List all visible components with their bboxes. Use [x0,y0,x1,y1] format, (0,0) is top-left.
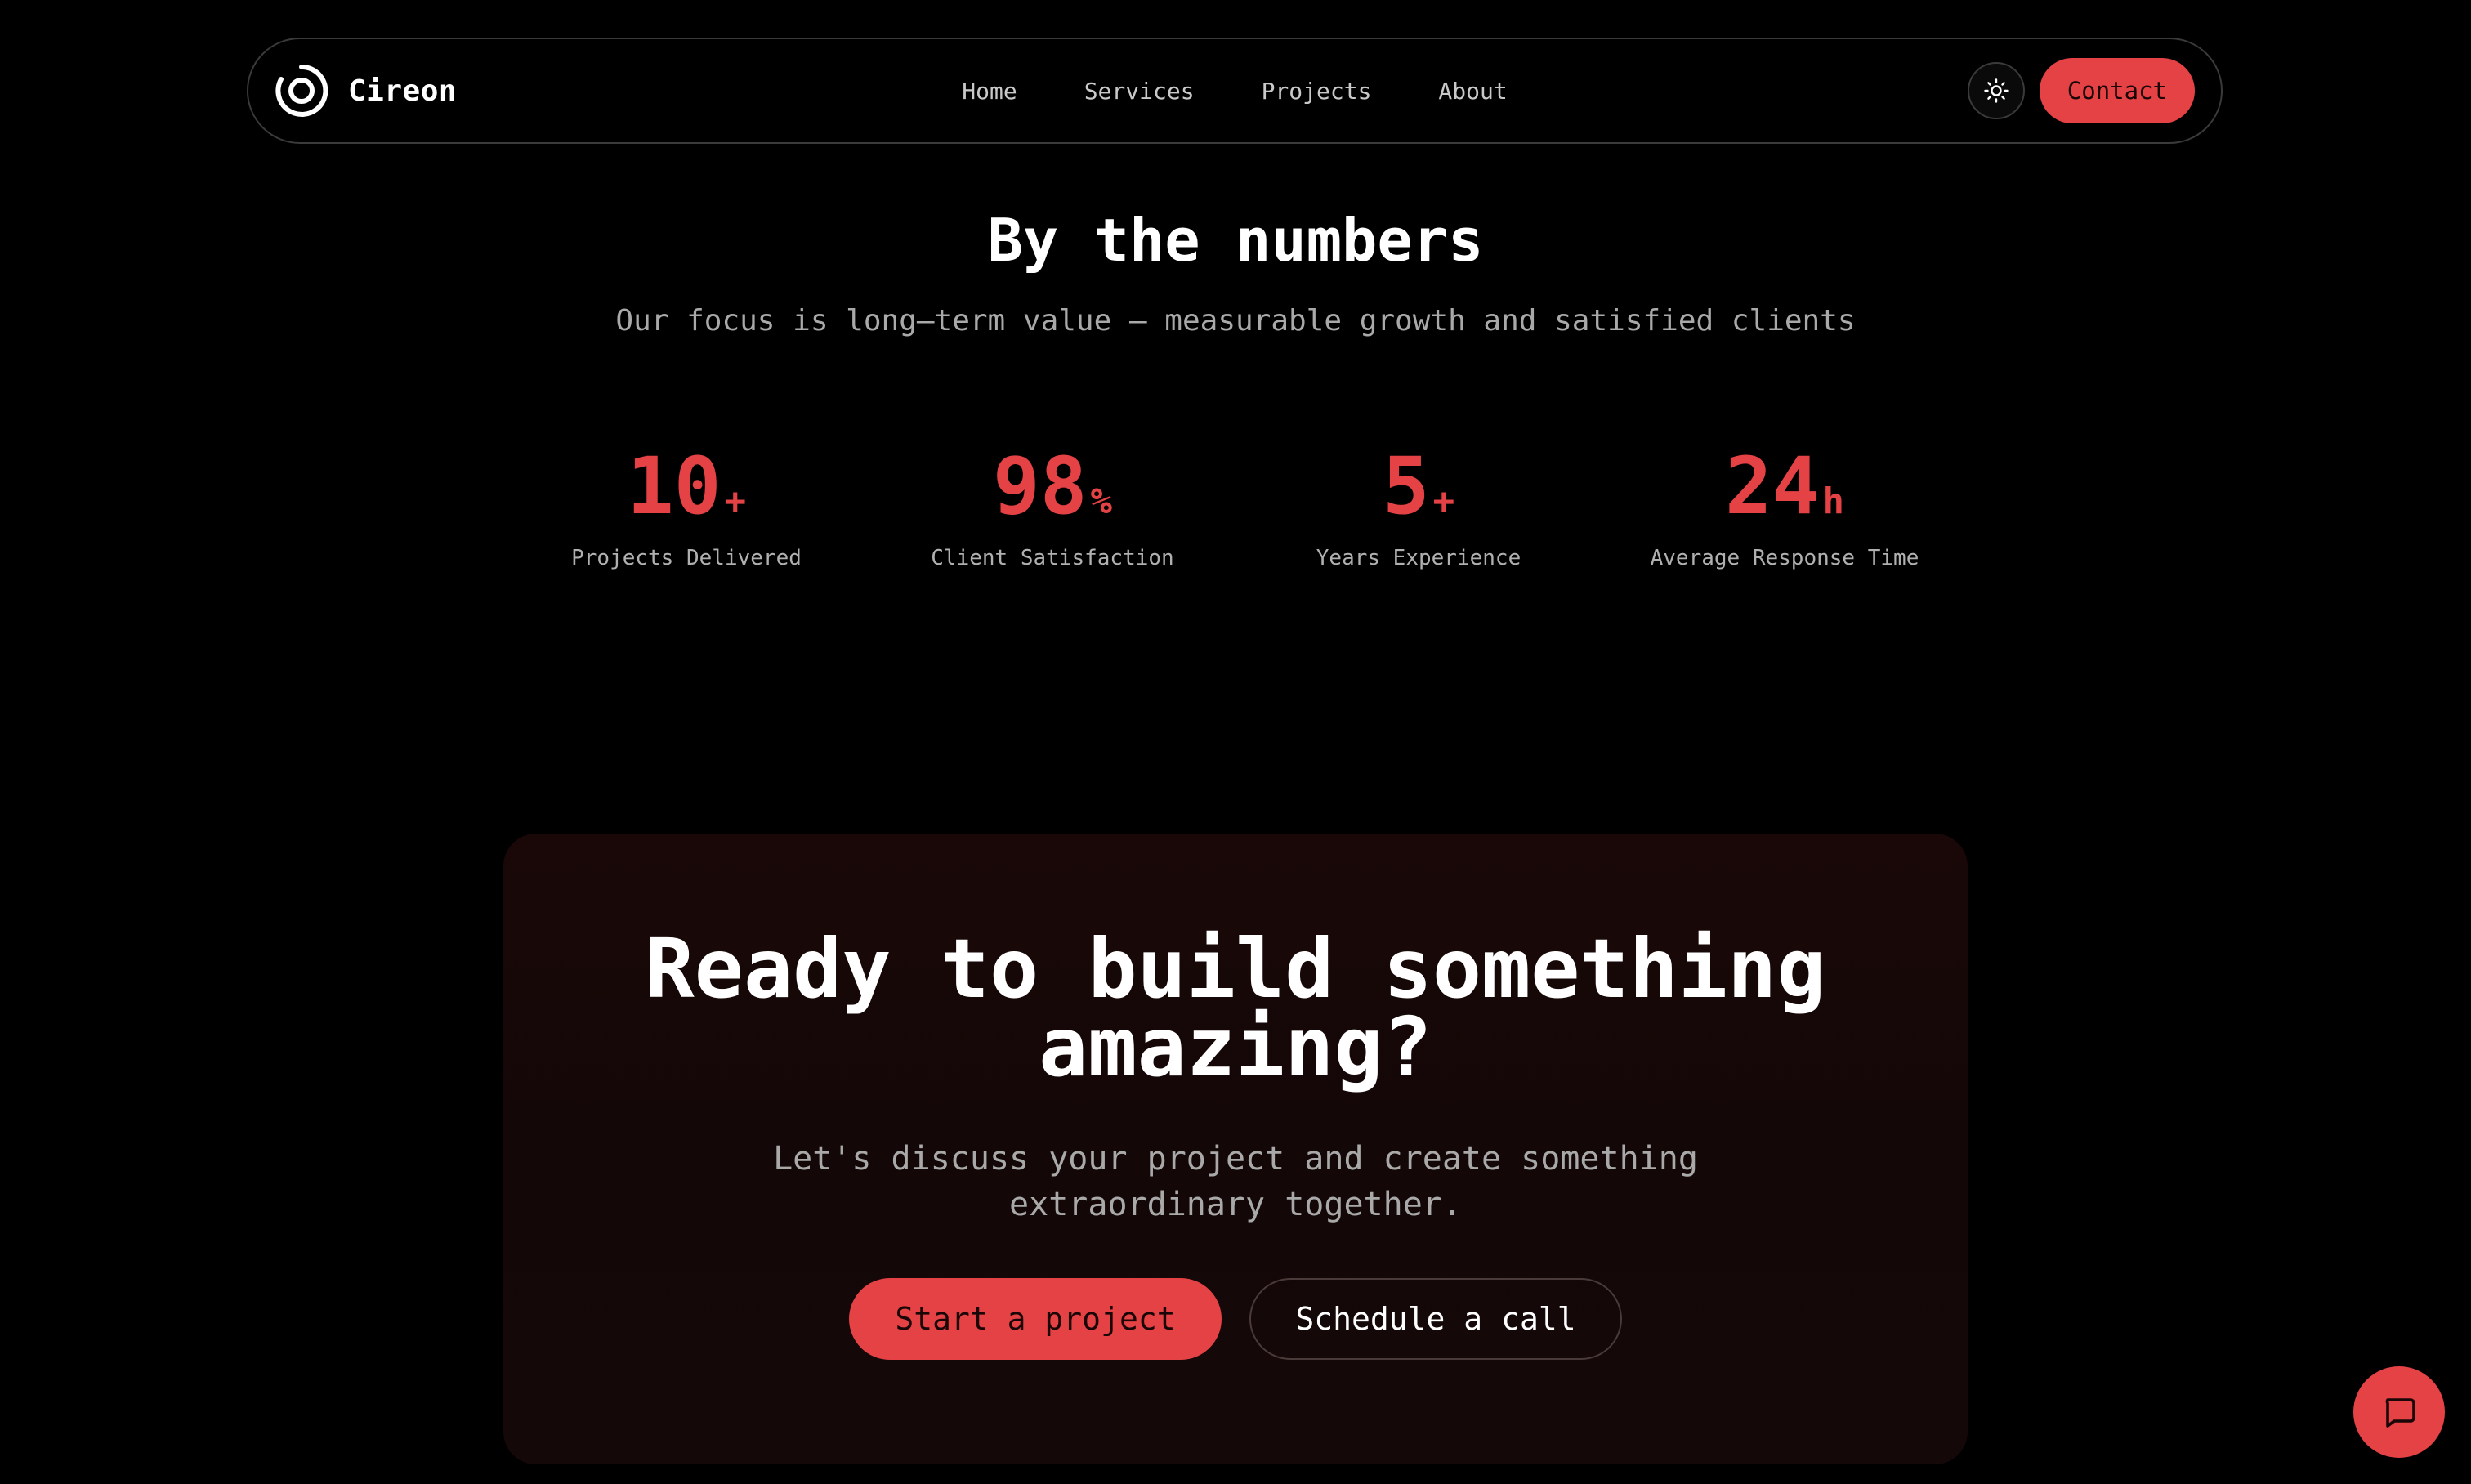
stat-client-satisfaction: 98% Client Satisfaction [869,433,1236,570]
stat-average-response-time: 24 h Average Response Time [1602,433,1968,570]
cta-title-line: Ready to build something [645,921,1826,1017]
nav-link-projects[interactable]: Projects [1262,78,1372,105]
stat-label: Projects Delivered [571,546,802,570]
stat-number: 5 [1382,440,1430,532]
theme-toggle-button[interactable] [1967,62,2025,119]
page: Cireon Home Services Projects About Cont… [0,0,2471,1484]
cta-card: Ready to build something amazing? Let's … [503,834,1968,1464]
start-project-button[interactable]: Start a project [849,1278,1222,1360]
nav-actions: Contact [1967,39,2195,142]
chat-button[interactable] [2353,1366,2445,1458]
cta-title-line: amazing? [1039,999,1432,1095]
stat-number: 24 [1724,440,1820,532]
contact-button[interactable]: Contact [2039,58,2195,123]
nav-links: Home Services Projects About [248,39,2221,142]
stat-label: Client Satisfaction [931,546,1174,570]
stat-number: 10 [626,440,722,532]
nav-link-services[interactable]: Services [1084,78,1195,105]
cta-description-line: Let's discuss your project and create so… [773,1140,1698,1178]
stat-years-experience: 5 + Years Experience [1236,433,1602,570]
stat-value: 5 + [1383,433,1454,539]
stat-number: 98 [992,440,1088,532]
stat-suffix: % [1090,481,1113,522]
brand[interactable]: Cireon [275,39,457,142]
chat-bubble-icon [2385,1398,2415,1428]
cta-title: Ready to build something amazing? [503,921,1968,1095]
ring-logo-icon [275,64,328,117]
top-navbar: Cireon Home Services Projects About Cont… [247,38,2223,144]
schedule-call-button[interactable]: Schedule a call [1249,1278,1622,1360]
numbers-section-title: By the numbers [987,206,1484,275]
brand-name: Cireon [348,74,458,108]
sun-icon [1984,78,2009,103]
stat-suffix: + [724,481,747,522]
nav-link-home[interactable]: Home [962,78,1017,105]
cta-description-line: extraordinary together. [1009,1186,1462,1223]
stat-value: 98% [993,433,1112,539]
numbers-section-subtitle: Our focus is long–term value — measurabl… [615,304,1856,337]
stat-value: 10 + [627,433,746,539]
stat-projects-delivered: 10 + Projects Delivered [503,433,869,570]
cta-description: Let's discuss your project and create so… [503,1136,1968,1227]
nav-link-about[interactable]: About [1438,78,1507,105]
stat-label: Average Response Time [1650,546,1919,570]
stat-label: Years Experience [1316,546,1521,570]
cta-buttons: Start a project Schedule a call [503,1278,1968,1360]
stat-suffix: + [1432,481,1455,522]
stats-row: 10 + Projects Delivered 98% Client Satisf… [503,433,1968,570]
stat-value: 24 h [1725,433,1844,539]
stat-suffix: h [1822,481,1845,522]
